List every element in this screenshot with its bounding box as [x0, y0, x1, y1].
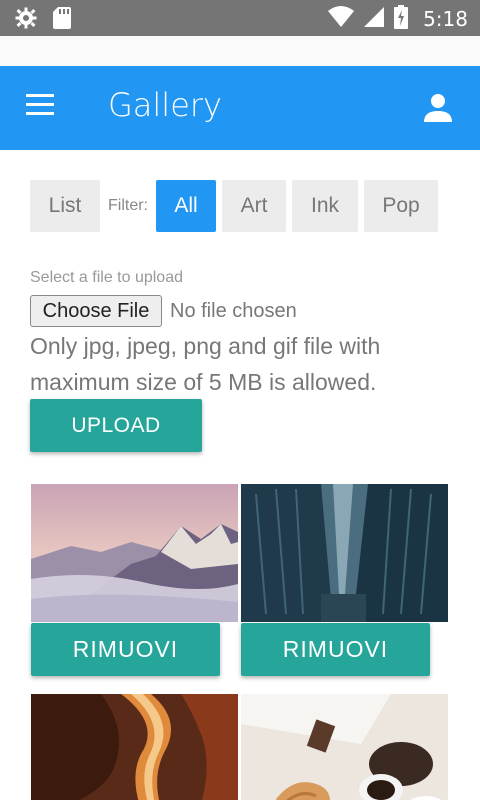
file-status-text: No file chosen: [170, 299, 297, 322]
page-title: Gallery: [108, 86, 222, 124]
status-gap: [0, 36, 480, 66]
gallery-image-coffee-croissant[interactable]: [241, 694, 448, 800]
app-bar: Gallery: [0, 66, 480, 150]
upload-button[interactable]: UPLOAD: [30, 399, 202, 452]
clock-time: 5:18: [423, 7, 468, 31]
filter-art-button[interactable]: Art: [222, 180, 286, 232]
settings-icon: [14, 6, 38, 34]
status-bar: 5:18: [0, 0, 480, 36]
wifi-icon: [327, 5, 355, 33]
gallery-image-city-street[interactable]: [241, 484, 448, 622]
remove-button[interactable]: RIMUOVI: [31, 623, 220, 676]
upload-label: Select a file to upload: [30, 269, 183, 286]
gallery-image-mountains[interactable]: [31, 484, 238, 622]
sd-card-icon: [52, 6, 72, 34]
filter-bar: List Filter: All Art Ink Pop: [30, 180, 438, 232]
gallery-image-canyon[interactable]: [31, 694, 238, 800]
battery-icon: [393, 4, 409, 34]
upload-restrictions-note: Only jpg, jpeg, png and gif file with ma…: [30, 333, 381, 395]
filter-label: Filter:: [108, 197, 148, 214]
choose-file-button[interactable]: Choose File: [30, 295, 162, 327]
remove-button[interactable]: RIMUOVI: [241, 623, 430, 676]
signal-icon: [363, 5, 385, 33]
file-input: Choose File No file chosen: [30, 295, 297, 327]
list-view-button[interactable]: List: [30, 180, 100, 232]
hamburger-menu-icon[interactable]: [26, 94, 58, 120]
filter-ink-button[interactable]: Ink: [292, 180, 358, 232]
filter-pop-button[interactable]: Pop: [364, 180, 438, 232]
filter-all-button[interactable]: All: [156, 180, 216, 232]
account-icon[interactable]: [420, 90, 456, 126]
